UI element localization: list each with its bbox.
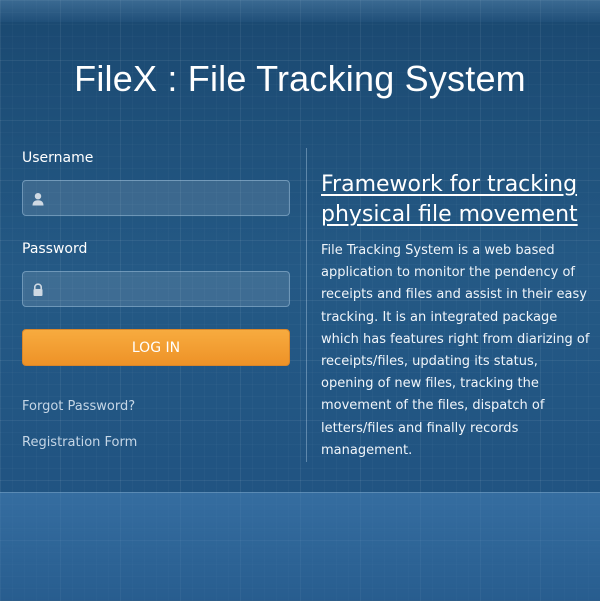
username-label: Username	[22, 150, 94, 166]
vertical-divider	[306, 148, 307, 462]
info-heading-line-1: Framework for tracking	[321, 172, 578, 197]
forgot-password-link[interactable]: Forgot Password?	[22, 399, 135, 414]
password-input[interactable]	[51, 272, 287, 306]
username-input[interactable]	[51, 181, 287, 215]
username-field[interactable]	[22, 180, 290, 216]
lock-icon	[31, 282, 45, 296]
user-icon	[31, 191, 45, 206]
password-field[interactable]	[22, 271, 290, 307]
page-title: FileX : File Tracking System	[74, 58, 526, 99]
info-heading: Framework for tracking physical file mov…	[321, 170, 591, 230]
login-button[interactable]: LOG IN	[22, 329, 290, 366]
bottom-band	[0, 492, 600, 601]
info-heading-line-2: physical file movement	[321, 202, 578, 227]
registration-form-link[interactable]: Registration Form	[22, 435, 137, 450]
top-band	[0, 0, 600, 22]
password-label: Password	[22, 241, 88, 257]
info-description: File Tracking System is a web based appl…	[321, 243, 590, 458]
